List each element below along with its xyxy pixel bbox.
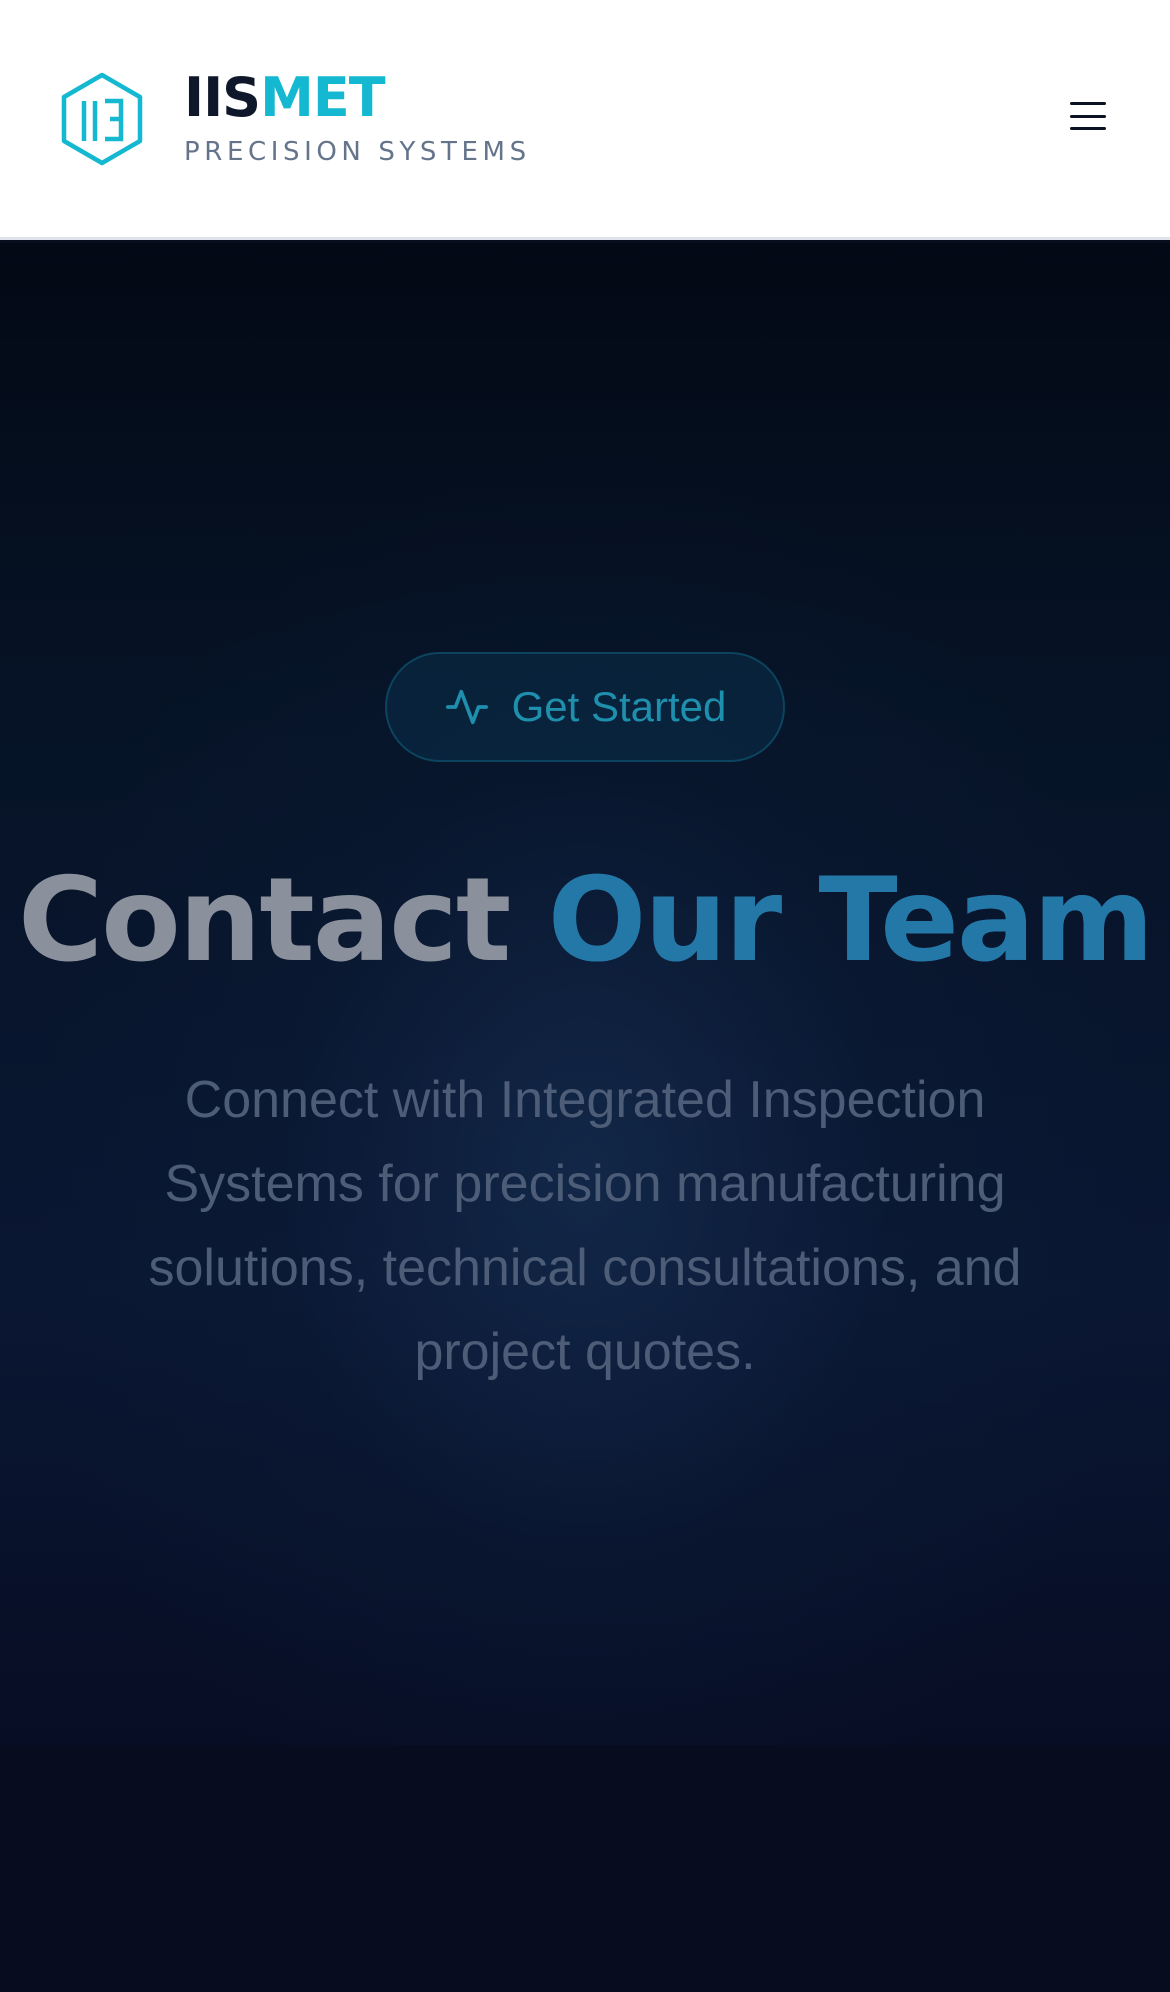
menu-line [1070, 127, 1106, 130]
get-started-button[interactable]: Get Started [385, 652, 785, 762]
brand-name-part-a: IIS [184, 66, 261, 130]
get-started-label: Get Started [511, 683, 727, 730]
content-section [0, 1745, 1170, 1992]
hexagon-logo-icon[interactable] [60, 71, 144, 167]
brand[interactable]: IISMET PRECISION SYSTEMS [184, 69, 531, 167]
page-title: Contact Our Team [0, 863, 1170, 979]
brand-tagline: PRECISION SYSTEMS [184, 136, 531, 167]
hamburger-menu-icon[interactable] [1068, 96, 1108, 136]
hero-content: Get Started Contact Our Team Connect wit… [0, 243, 1170, 1745]
brand-name-part-b: MET [260, 66, 385, 130]
activity-pulse-icon [445, 689, 488, 725]
menu-line [1070, 102, 1106, 105]
menu-line [1070, 114, 1106, 118]
page-title-part-b: Our Team [547, 853, 1154, 988]
site-header: IISMET PRECISION SYSTEMS [0, 0, 1170, 240]
page-title-part-a: Contact [17, 853, 511, 988]
brand-name: IISMET [184, 69, 531, 127]
hero-description: Connect with Integrated Inspection Syste… [148, 1071, 1022, 1381]
hero-section: Get Started Contact Our Team Connect wit… [0, 243, 1170, 1745]
